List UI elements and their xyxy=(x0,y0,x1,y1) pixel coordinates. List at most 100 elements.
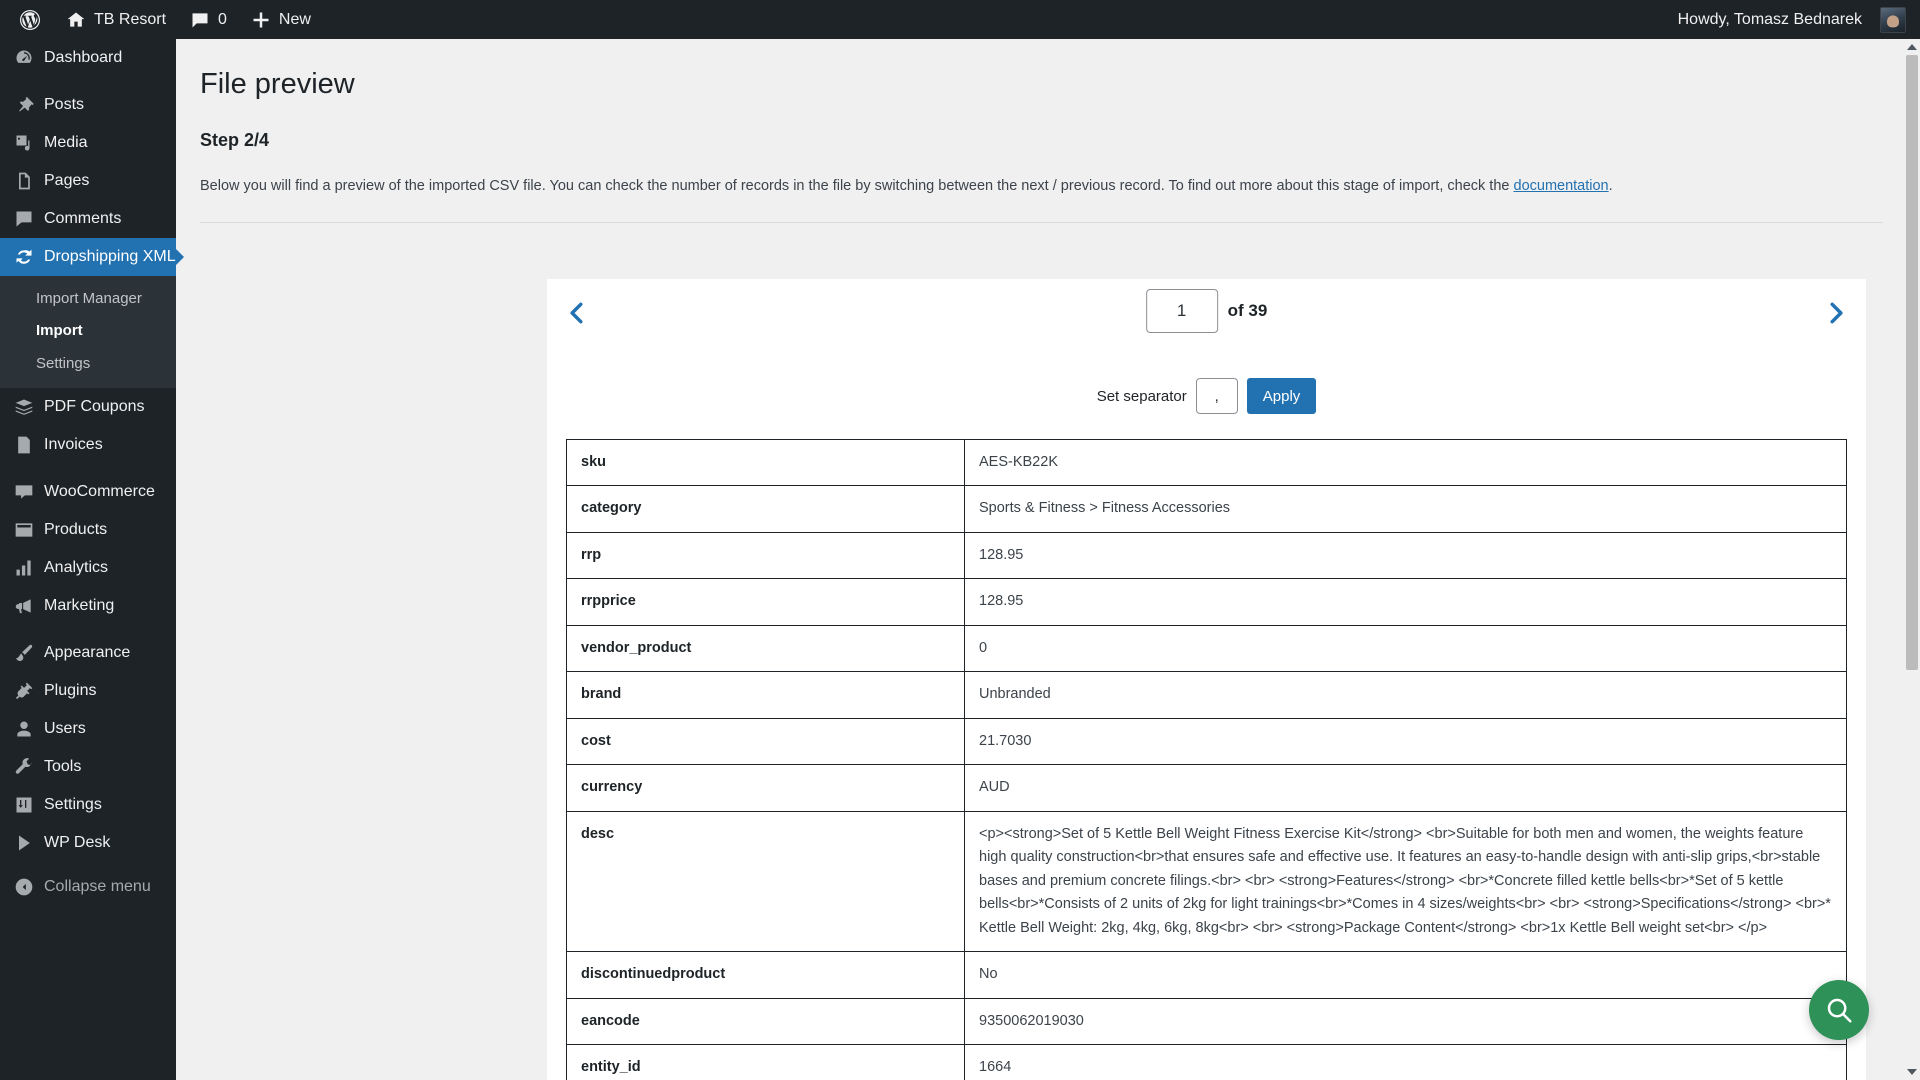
sidebar-item-posts[interactable]: Posts xyxy=(0,86,176,124)
sidebar-item-label: Products xyxy=(44,520,108,538)
admin-bar-right: Howdy, Tomasz Bednarek xyxy=(1666,0,1920,39)
sidebar-item-label: WP Desk xyxy=(44,833,111,851)
comments-bubble[interactable]: 0 xyxy=(178,0,239,39)
new-label: New xyxy=(278,10,311,28)
sidebar-item-label: Pages xyxy=(44,172,90,189)
search-fab-button[interactable] xyxy=(1809,980,1869,1040)
media-icon xyxy=(16,135,30,151)
scroll-up-button[interactable] xyxy=(1904,39,1920,55)
site-name-menu[interactable]: TB Resort xyxy=(54,0,178,39)
intro-text-after: . xyxy=(1608,177,1613,194)
sidebar-item-label: Dashboard xyxy=(44,49,123,66)
table-cell-value: Unbranded xyxy=(964,671,1847,719)
table-row: cost 21.7030 xyxy=(566,717,1847,766)
collapse-menu-label: Collapse menu xyxy=(44,877,151,895)
intro-text-before: Below you will find a preview of the imp… xyxy=(200,177,1514,194)
record-number-input[interactable] xyxy=(1145,289,1218,333)
csv-preview-table: sku AES-KB22K category Sports & Fitness > F… xyxy=(566,438,1847,1080)
sidebar-item-products[interactable]: Products xyxy=(0,511,176,549)
woo-icon xyxy=(15,485,33,499)
sidebar-item-settings[interactable]: Settings xyxy=(0,786,176,824)
next-record-button[interactable] xyxy=(1814,291,1858,335)
table-cell-key: entity_id xyxy=(566,1044,965,1080)
table-cell-key: rrp xyxy=(566,531,965,580)
table-row: rrpprice 128.95 xyxy=(566,578,1847,626)
table-row: sku AES-KB22K xyxy=(566,438,1847,487)
sidebar-item-invoices[interactable]: Invoices xyxy=(0,426,176,464)
admin-bar-left: TB Resort 0 New xyxy=(0,0,323,39)
sidebar-item-dropshipping-xml[interactable]: Dropshipping XML xyxy=(0,238,176,276)
sidebar-item-label: Plugins xyxy=(44,681,97,699)
admin-bar: TB Resort 0 New Howdy, Tomasz Bednarek xyxy=(0,0,1920,39)
collapse-menu-button[interactable]: Collapse menu xyxy=(0,868,176,906)
sidebar-item-pdf-coupons[interactable]: PDF Coupons xyxy=(0,388,176,426)
table-cell-key: category xyxy=(566,485,965,533)
pin-icon xyxy=(19,96,34,112)
wordpress-logo-icon xyxy=(20,9,40,30)
wrench-icon xyxy=(15,757,32,774)
scroll-up-arrow-icon xyxy=(1907,44,1917,50)
collapse-arrow-icon xyxy=(15,878,33,896)
account-menu[interactable]: Howdy, Tomasz Bednarek xyxy=(1666,0,1906,39)
user-icon xyxy=(17,721,31,737)
table-row: brand Unbranded xyxy=(566,671,1847,719)
sidebar-item-media[interactable]: Media xyxy=(0,124,176,162)
separator-input[interactable] xyxy=(1195,378,1238,414)
sidebar-item-plugins[interactable]: Plugins xyxy=(0,672,176,710)
sidebar-item-label: Settings xyxy=(44,795,102,813)
sidebar-item-label: Users xyxy=(44,719,86,737)
table-row: currency AUD xyxy=(566,764,1847,812)
table-row: entity_id 1664 xyxy=(566,1044,1847,1080)
brush-icon xyxy=(15,644,33,661)
preview-table-holder: sku AES-KB22K category Sports & Fitness > F… xyxy=(547,427,1866,1080)
sidebar-item-analytics[interactable]: Analytics xyxy=(0,549,176,587)
wordpress-logo-menu[interactable] xyxy=(6,0,54,39)
sidebar-item-users[interactable]: Users xyxy=(0,710,176,748)
preview-card: of 39 Set separator Apply skuAES-KB22Kca… xyxy=(547,279,1866,1080)
table-cell-key: eancode xyxy=(566,997,965,1046)
page-scrollbar[interactable] xyxy=(1904,39,1920,1080)
coupons-icon xyxy=(15,399,33,415)
intro-description: Below you will find a preview of the imp… xyxy=(200,175,1883,223)
sidebar-item-wp-desk[interactable]: WP Desk xyxy=(0,824,176,862)
table-cell-value: Sports & Fitness > Fitness Accessories xyxy=(964,485,1847,533)
table-cell-value: 21.7030 xyxy=(964,717,1847,766)
dropshipping-submenu: Import Manager Import Settings xyxy=(0,276,176,388)
products-icon xyxy=(15,523,33,537)
apply-button[interactable]: Apply xyxy=(1246,378,1317,414)
sidebar-item-label: Marketing xyxy=(44,596,115,614)
submenu-item-import[interactable]: Import xyxy=(0,315,176,347)
submenu-item-import-manager[interactable]: Import Manager xyxy=(0,283,176,315)
analytics-icon xyxy=(16,560,31,576)
scrollbar-thumb[interactable] xyxy=(1906,55,1918,670)
play-icon xyxy=(19,835,30,851)
record-pager: of 39 xyxy=(1145,289,1267,333)
table-cell-key: vendor_product xyxy=(566,624,965,673)
sidebar-item-dashboard[interactable]: Dashboard xyxy=(0,39,176,77)
home-icon xyxy=(67,12,85,27)
sidebar-item-pages[interactable]: Pages xyxy=(0,162,176,200)
chevron-right-icon xyxy=(1830,302,1843,324)
sidebar-item-tools[interactable]: Tools xyxy=(0,748,176,786)
scroll-down-button[interactable] xyxy=(1904,1064,1920,1080)
table-cell-value: 0 xyxy=(964,624,1847,673)
sidebar-item-label: Invoices xyxy=(44,435,103,453)
megaphone-icon xyxy=(15,599,31,613)
csv-preview-body: sku AES-KB22K category Sports & Fitness > F… xyxy=(566,438,1847,1080)
sidebar-item-woocommerce[interactable]: WooCommerce xyxy=(0,473,176,511)
table-cell-key: discontinuedproduct xyxy=(566,951,965,999)
sidebar-item-marketing[interactable]: Marketing xyxy=(0,587,176,625)
separator-label: Set separator xyxy=(1096,387,1187,405)
submenu-item-settings[interactable]: Settings xyxy=(0,348,176,380)
table-cell-value: No xyxy=(964,951,1847,999)
documentation-link[interactable]: documentation xyxy=(1514,178,1609,194)
sidebar-item-appearance[interactable]: Appearance xyxy=(0,634,176,672)
step-indicator: Step 2/4 xyxy=(200,129,270,150)
sidebar-item-comments[interactable]: Comments xyxy=(0,200,176,238)
table-row: eancode 9350062019030 xyxy=(566,997,1847,1046)
menu-separator xyxy=(0,625,176,634)
previous-record-button[interactable] xyxy=(555,291,599,335)
table-row: rrp 128.95 xyxy=(566,531,1847,580)
new-content-menu[interactable]: New xyxy=(239,0,323,39)
page-title: File preview xyxy=(200,68,355,100)
